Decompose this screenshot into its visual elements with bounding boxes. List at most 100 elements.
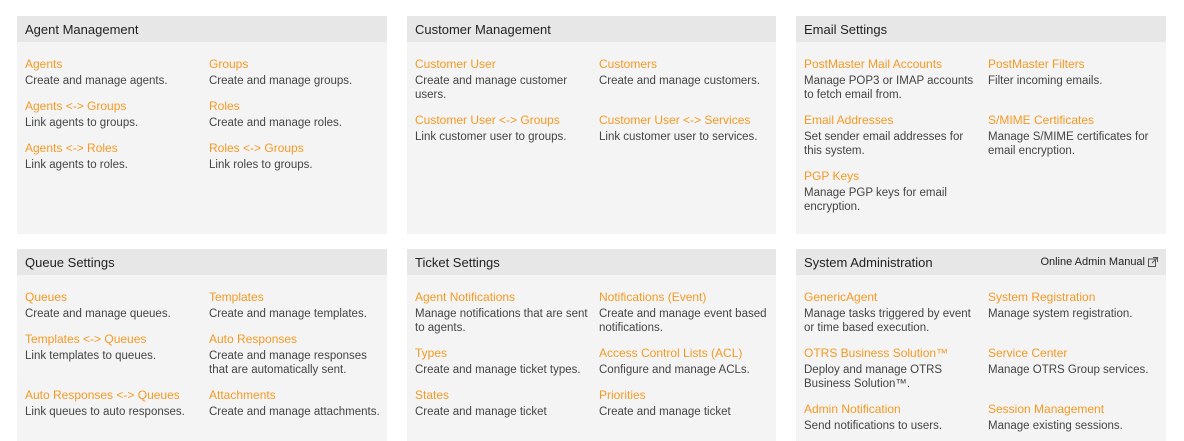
item-description: Manage tasks triggered by event or time … [804, 308, 971, 334]
item-auto-responses-queues: Auto Responses <-> Queues Link queues to… [25, 388, 209, 419]
attachments-link[interactable]: Attachments [209, 388, 387, 403]
session-management-link[interactable]: Session Management [988, 402, 1166, 417]
item-acl: Access Control Lists (ACL) Configure and… [599, 346, 783, 377]
item-description: Link customer user to services. [599, 131, 758, 143]
groups-link[interactable]: Groups [209, 57, 387, 72]
otrs-business-solution-link[interactable]: OTRS Business Solution™ [804, 346, 982, 361]
priorities-link[interactable]: Priorities [599, 388, 777, 403]
item-description: Manage OTRS Group services. [988, 364, 1149, 376]
item-agents: Agents Create and manage agents. [25, 57, 209, 88]
item-postmaster-filters: PostMaster Filters Filter incoming email… [988, 57, 1172, 102]
item-description: Create and manage agents. [25, 75, 168, 87]
item-description: Create and manage ticket [599, 406, 731, 418]
smime-certificates-link[interactable]: S/MIME Certificates [988, 113, 1166, 128]
item-description: Create and manage customer users. [415, 75, 568, 101]
customer-management-panel: Customer Management Customer User Create… [407, 16, 776, 234]
customer-user-services-link[interactable]: Customer User <-> Services [599, 113, 777, 128]
item-auto-responses: Auto Responses Create and manage respons… [209, 332, 393, 377]
roles-groups-link[interactable]: Roles <-> Groups [209, 141, 387, 156]
panel-title: Agent Management [25, 21, 139, 37]
item-description: Manage system registration. [988, 308, 1133, 320]
item-grid: Agent Notifications Manage notifications… [407, 275, 776, 419]
item-roles-groups: Roles <-> Groups Link roles to groups. [209, 141, 393, 172]
panel-header: Customer Management [407, 16, 776, 42]
queues-link[interactable]: Queues [25, 290, 203, 305]
item-grid: Agents Create and manage agents. Groups … [17, 42, 387, 172]
item-agents-groups: Agents <-> Groups Link agents to groups. [25, 99, 209, 130]
item-customers: Customers Create and manage customers. [599, 57, 783, 102]
panel-header: Email Settings [796, 16, 1166, 42]
types-link[interactable]: Types [415, 346, 593, 361]
item-generic-agent: GenericAgent Manage tasks triggered by e… [804, 290, 988, 335]
auto-responses-link[interactable]: Auto Responses [209, 332, 387, 347]
ticket-settings-panel: Ticket Settings Agent Notifications Mana… [407, 249, 776, 441]
notifications-event-link[interactable]: Notifications (Event) [599, 290, 777, 305]
item-agent-notifications: Agent Notifications Manage notifications… [415, 290, 599, 335]
item-priorities: Priorities Create and manage ticket [599, 388, 783, 419]
item-description: Manage PGP keys for email encryption. [804, 187, 947, 213]
item-email-addresses: Email Addresses Set sender email address… [804, 113, 988, 158]
item-description: Manage existing sessions. [988, 420, 1123, 432]
generic-agent-link[interactable]: GenericAgent [804, 290, 982, 305]
customer-user-groups-link[interactable]: Customer User <-> Groups [415, 113, 593, 128]
item-description: Deploy and manage OTRS Business Solution… [804, 364, 943, 390]
panel-title: Customer Management [415, 21, 551, 37]
templates-link[interactable]: Templates [209, 290, 387, 305]
postmaster-filters-link[interactable]: PostMaster Filters [988, 57, 1166, 72]
item-groups: Groups Create and manage groups. [209, 57, 393, 88]
customer-user-link[interactable]: Customer User [415, 57, 593, 72]
item-pgp-keys: PGP Keys Manage PGP keys for email encry… [804, 169, 988, 214]
item-notifications-event: Notifications (Event) Create and manage … [599, 290, 783, 335]
item-description: Manage S/MIME certificates for email enc… [988, 131, 1149, 157]
auto-responses-queues-link[interactable]: Auto Responses <-> Queues [25, 388, 203, 403]
item-agents-roles: Agents <-> Roles Link agents to roles. [25, 141, 209, 172]
item-description: Manage notifications that are sent to ag… [415, 308, 588, 334]
agents-roles-link[interactable]: Agents <-> Roles [25, 141, 203, 156]
states-link[interactable]: States [415, 388, 593, 403]
agent-management-panel: Agent Management Agents Create and manag… [17, 16, 387, 234]
item-smime-certificates: S/MIME Certificates Manage S/MIME certif… [988, 113, 1172, 158]
email-settings-panel: Email Settings PostMaster Mail Accounts … [796, 16, 1166, 234]
panel-header: Ticket Settings [407, 249, 776, 275]
templates-queues-link[interactable]: Templates <-> Queues [25, 332, 203, 347]
panel-header: System Administration Online Admin Manua… [796, 249, 1166, 275]
system-registration-link[interactable]: System Registration [988, 290, 1166, 305]
item-description: Create and manage roles. [209, 117, 342, 129]
acl-link[interactable]: Access Control Lists (ACL) [599, 346, 777, 361]
item-description: Configure and manage ACLs. [599, 364, 750, 376]
agents-groups-link[interactable]: Agents <-> Groups [25, 99, 203, 114]
agents-link[interactable]: Agents [25, 57, 203, 72]
item-grid: Customer User Create and manage customer… [407, 42, 776, 144]
item-admin-notification: Admin Notification Send notifications to… [804, 402, 988, 433]
item-grid: Queues Create and manage queues. Templat… [17, 275, 387, 419]
item-description: Create and manage customers. [599, 75, 761, 87]
item-description: Create and manage attachments. [209, 406, 380, 418]
roles-link[interactable]: Roles [209, 99, 387, 114]
system-administration-panel: System Administration Online Admin Manua… [796, 249, 1166, 441]
item-description: Create and manage ticket types. [415, 364, 581, 376]
item-description: Link agents to groups. [25, 117, 139, 129]
item-states: States Create and manage ticket [415, 388, 599, 419]
email-addresses-link[interactable]: Email Addresses [804, 113, 982, 128]
online-admin-manual-link[interactable]: Online Admin Manual [1040, 256, 1158, 268]
admin-notification-link[interactable]: Admin Notification [804, 402, 982, 417]
item-description: Create and manage templates. [209, 308, 367, 320]
item-description: Filter incoming emails. [988, 75, 1103, 87]
panel-title: System Administration [804, 254, 933, 270]
service-center-link[interactable]: Service Center [988, 346, 1166, 361]
item-session-management: Session Management Manage existing sessi… [988, 402, 1172, 433]
panel-header: Queue Settings [17, 249, 387, 275]
queue-settings-panel: Queue Settings Queues Create and manage … [17, 249, 387, 441]
item-templates-queues: Templates <-> Queues Link templates to q… [25, 332, 209, 377]
item-description: Create and manage queues. [25, 308, 171, 320]
panel-title: Ticket Settings [415, 254, 500, 270]
pgp-keys-link[interactable]: PGP Keys [804, 169, 982, 184]
customers-link[interactable]: Customers [599, 57, 777, 72]
postmaster-mail-accounts-link[interactable]: PostMaster Mail Accounts [804, 57, 982, 72]
item-description: Link templates to queues. [25, 350, 157, 362]
item-description: Manage POP3 or IMAP accounts to fetch em… [804, 75, 974, 101]
item-description: Link queues to auto responses. [25, 406, 185, 418]
item-description: Create and manage responses that are aut… [209, 350, 367, 376]
agent-notifications-link[interactable]: Agent Notifications [415, 290, 593, 305]
item-templates: Templates Create and manage templates. [209, 290, 393, 321]
